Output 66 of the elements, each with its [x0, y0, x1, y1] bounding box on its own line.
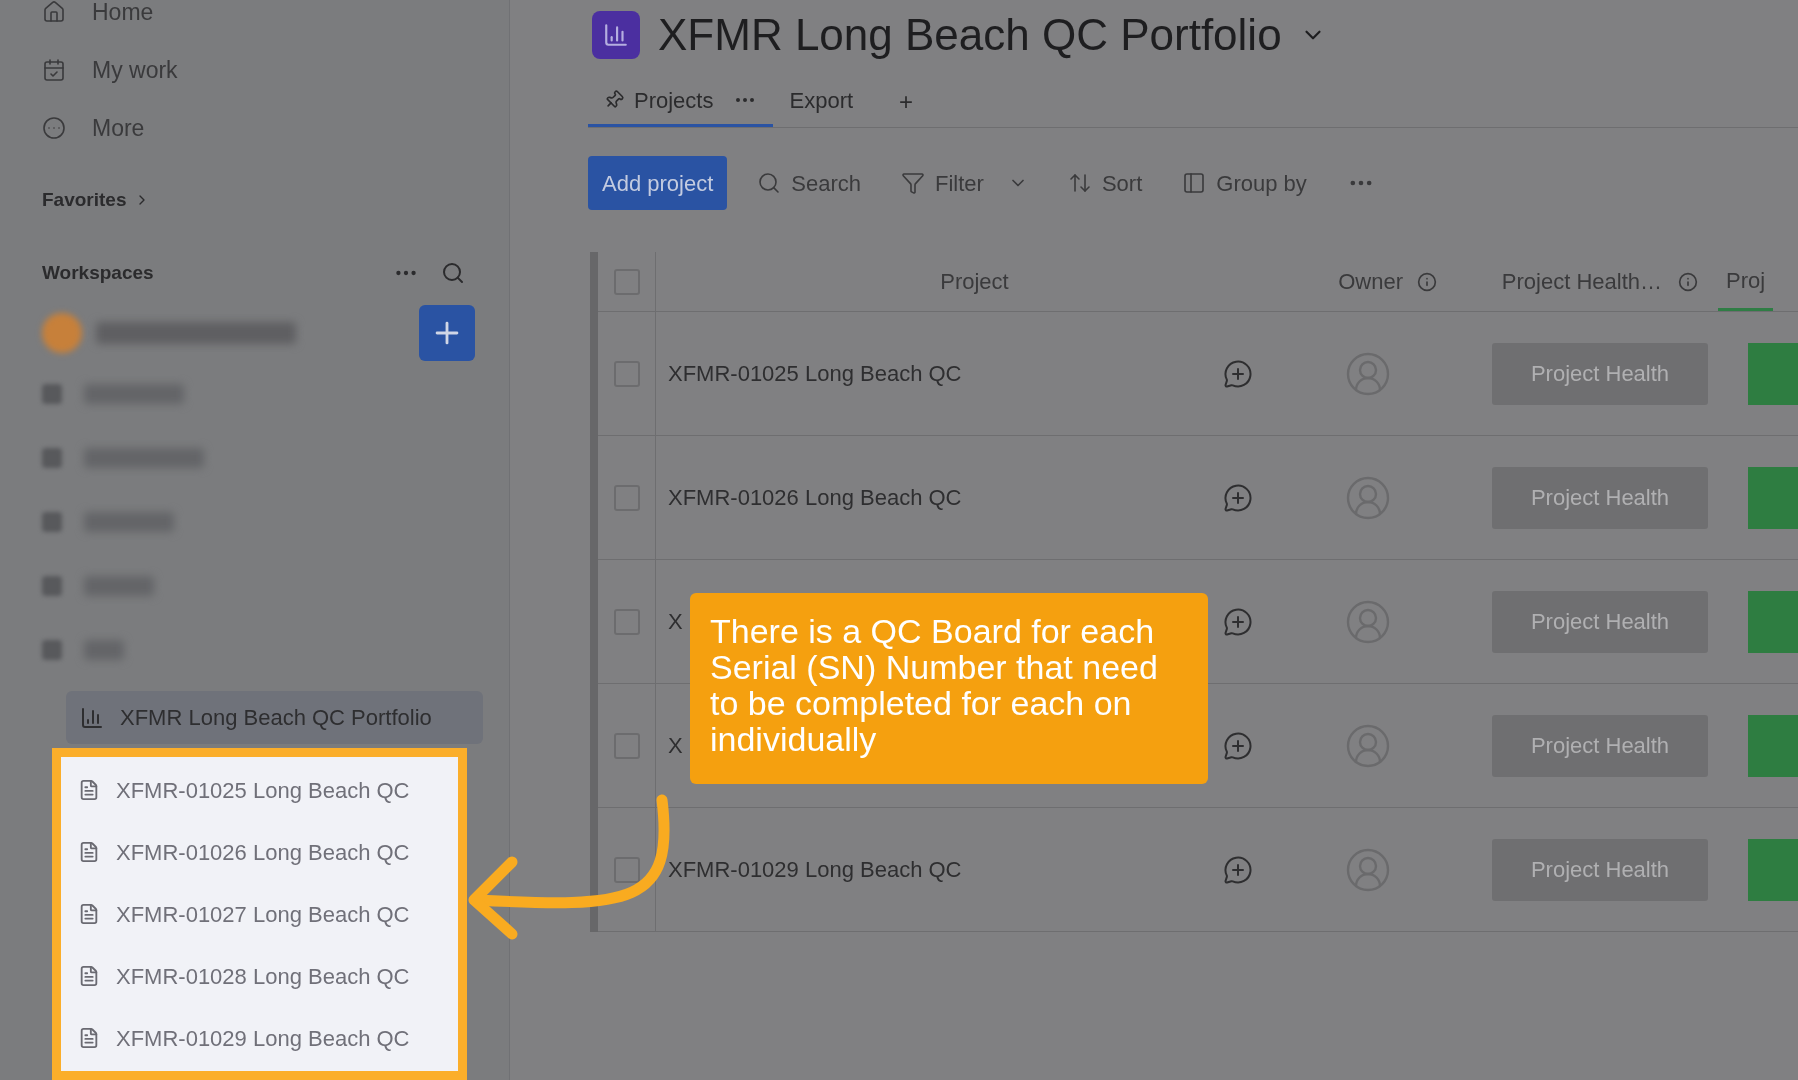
filter-icon — [901, 171, 925, 195]
calendar-icon — [42, 58, 66, 82]
nav-item[interactable]: My work — [92, 52, 178, 88]
sort-icon — [1067, 171, 1092, 195]
section-label: Workspaces — [42, 260, 154, 285]
board-title: XFMR Long Beach QC Portfolio — [658, 9, 1282, 61]
project-name[interactable]: XFMR-01025 Long Beach QC — [668, 357, 962, 390]
toolbar-button[interactable]: Search — [757, 166, 861, 200]
search-icon — [757, 171, 782, 195]
toolbar-button[interactable]: Sort — [1067, 166, 1143, 200]
add-update-icon[interactable] — [1223, 606, 1253, 637]
health-status[interactable]: Project Health — [1492, 838, 1708, 901]
project-name[interactable]: XFMR-01026 Long Beach QC — [668, 481, 962, 514]
health-status[interactable]: Project Health — [1492, 342, 1708, 405]
blurred-icon — [42, 384, 62, 404]
column-header[interactable]: Project — [656, 265, 1293, 298]
info-icon[interactable] — [1417, 271, 1437, 292]
column-header[interactable]: Owner — [1338, 265, 1403, 298]
health-status[interactable]: Project Health — [1492, 714, 1708, 777]
board-item[interactable]: XFMR-01027 Long Beach QC — [61, 883, 458, 945]
toolbar-button[interactable]: Filter — [901, 166, 1028, 200]
board-item[interactable]: XFMR-01029 Long Beach QC — [61, 1007, 458, 1069]
project-name[interactable]: X — [668, 605, 683, 638]
section-label[interactable]: Favorites — [42, 186, 127, 215]
add-update-icon[interactable] — [1223, 358, 1253, 389]
add-update-icon[interactable] — [1223, 730, 1253, 761]
blurred-icon — [42, 640, 62, 660]
board-icon — [78, 965, 100, 987]
blurred-workspace-name[interactable] — [96, 322, 296, 344]
toolbar-button[interactable]: Group by — [1182, 166, 1307, 200]
add-project-button[interactable]: Add project — [588, 156, 728, 210]
board-item[interactable]: XFMR-01025 Long Beach QC — [61, 759, 458, 821]
checkbox[interactable] — [613, 856, 640, 883]
add-update-icon[interactable] — [1223, 854, 1253, 885]
workspace-avatar[interactable] — [42, 313, 82, 353]
blurred-icon — [42, 512, 62, 532]
group-icon — [1182, 171, 1207, 195]
add-button[interactable] — [419, 305, 475, 361]
sidebar-item[interactable]: XFMR Long Beach QC Portfolio — [66, 691, 483, 744]
board-item[interactable]: XFMR-01026 Long Beach QC — [61, 821, 458, 883]
info-icon[interactable] — [1678, 271, 1698, 292]
tab[interactable]: Projects — [588, 76, 774, 127]
nav-item[interactable]: Home — [92, 0, 154, 30]
nav-item[interactable]: More — [92, 110, 145, 146]
add-tab-button[interactable]: + — [869, 76, 944, 127]
board-icon — [78, 779, 100, 801]
project-name[interactable]: X — [668, 729, 683, 762]
blurred-icon — [42, 448, 62, 468]
tab[interactable]: Export — [773, 76, 870, 127]
health-status[interactable]: Project Health — [1492, 466, 1708, 529]
column-header[interactable]: Project Health… — [1501, 265, 1662, 298]
column-header[interactable]: Proj — [1718, 252, 1774, 311]
board-item[interactable]: XFMR-01028 Long Beach QC — [61, 945, 458, 1007]
portfolio-icon — [80, 705, 104, 730]
health-status[interactable]: Project Health — [1492, 590, 1708, 653]
more-icon — [42, 116, 66, 140]
board-icon — [78, 903, 100, 925]
blurred-icon — [42, 576, 62, 596]
board-logo-icon — [592, 11, 640, 59]
home-icon — [42, 0, 66, 24]
add-update-icon[interactable] — [1223, 482, 1253, 513]
project-name[interactable]: XFMR-01029 Long Beach QC — [668, 853, 962, 886]
board-icon — [78, 841, 100, 863]
board-icon — [78, 1027, 100, 1049]
search-icon[interactable] — [441, 260, 465, 285]
callout: There is a QC Board for each Serial (SN) Number that need to be completed for each on individually — [690, 593, 1208, 784]
